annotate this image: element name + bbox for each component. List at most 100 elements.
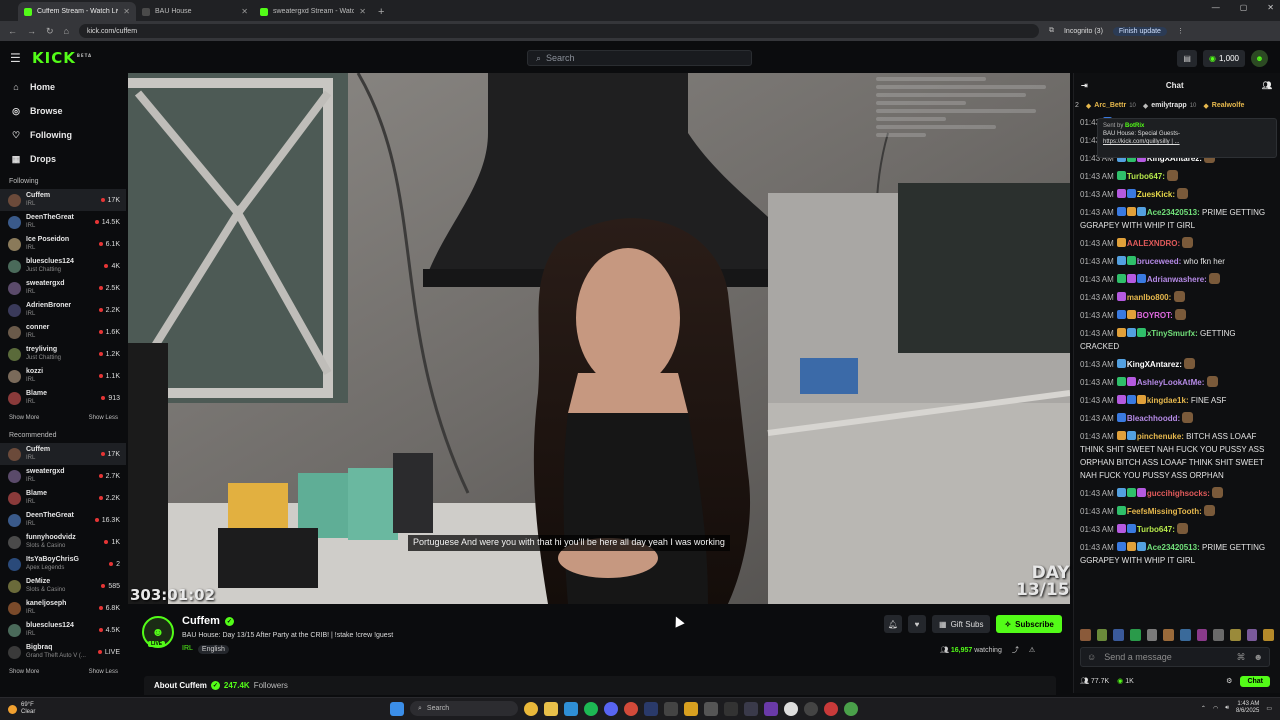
back-icon[interactable]: ← <box>8 26 17 36</box>
browser-tab-bau-house[interactable]: BAU House ✕ <box>136 2 254 21</box>
spotify-icon[interactable] <box>584 701 598 716</box>
menu-dots-icon[interactable]: ⋮ <box>1177 27 1184 35</box>
emote-picker-icon[interactable]: ☺ <box>1087 652 1096 662</box>
nav-browse[interactable]: ◎ Browse <box>0 99 126 123</box>
message-username[interactable]: FeefsMissingTooth: <box>1127 507 1202 516</box>
browser-tab-cuffem[interactable]: Cuffem Stream - Watch Liv ✕ <box>18 2 136 21</box>
sidebar-channel-itsyaboychrisg[interactable]: ItsYaBoyChrisG Apex Legends 2 <box>0 553 126 575</box>
emote-icon[interactable] <box>1130 629 1141 641</box>
extensions-icon[interactable]: ⧉ <box>1049 27 1054 35</box>
nav-drops[interactable]: ▦ Drops <box>0 147 126 171</box>
search-input[interactable]: ⌕ Search <box>527 50 752 66</box>
discord-icon[interactable] <box>604 701 618 716</box>
show-less-link[interactable]: Show Less <box>89 415 118 421</box>
sidebar-channel-sweatergxd[interactable]: sweatergxd IRL 2.7K <box>0 465 126 487</box>
file-explorer-icon[interactable] <box>544 701 558 716</box>
sidebar-channel-ice-poseidon[interactable]: Ice Poseidon IRL 6.1K <box>0 233 126 255</box>
message-username[interactable]: KingXAntarez: <box>1127 360 1182 369</box>
sidebar-channel-deenthegreat[interactable]: DeenTheGreat IRL 14.5K <box>0 211 126 233</box>
minimize-icon[interactable]: — <box>1212 3 1220 12</box>
sidebar-channel-conner[interactable]: conner IRL 1.6K <box>0 321 126 343</box>
sidebar-channel-funnyhoodvidz[interactable]: funnyhoodvidz Slots & Casino 1K <box>0 531 126 553</box>
start-icon[interactable] <box>390 701 404 716</box>
app-icon[interactable] <box>744 701 758 716</box>
app-icon[interactable] <box>784 701 798 716</box>
language-tag[interactable]: English <box>197 645 229 654</box>
message-username[interactable]: kingdae1k: <box>1147 396 1189 405</box>
chat-message-input[interactable]: ☺ Send a message ⌘ ☻ <box>1080 647 1270 667</box>
notification-bell-button[interactable]: 🔔︎ <box>884 615 902 633</box>
app-icon[interactable] <box>624 701 638 716</box>
chevron-up-icon[interactable]: ⌃ <box>1201 705 1206 712</box>
emote-icon[interactable] <box>1246 629 1258 641</box>
follow-button[interactable]: ♥ <box>908 615 926 633</box>
gifter-item[interactable]: ◆ emilytrapp 10 <box>1143 102 1196 110</box>
browser-tab-sweatergxd[interactable]: sweatergxd Stream - Watch Liv ✕ <box>254 2 372 21</box>
emote-icon[interactable] <box>1146 629 1158 641</box>
chrome-icon[interactable] <box>524 701 538 716</box>
kick-coins-button[interactable]: ◉ 1,000 <box>1202 50 1245 67</box>
nav-following[interactable]: ♡ Following <box>0 123 126 147</box>
close-icon[interactable]: ✕ <box>359 7 366 16</box>
clock[interactable]: 1:43 AM 8/6/2025 <box>1236 701 1259 715</box>
message-username[interactable]: Turbo647: <box>1137 525 1175 534</box>
notification-icon[interactable]: ▭ <box>1266 705 1272 712</box>
sidebar-channel-bluesclues124[interactable]: bluesclues124 IRL 4.5K <box>0 619 126 641</box>
message-username[interactable]: Bleachhoodd: <box>1127 414 1180 423</box>
message-username[interactable]: manlbo800: <box>1127 293 1171 302</box>
emote-icon[interactable] <box>1213 629 1225 641</box>
subscribe-button[interactable]: ✧ Subscribe <box>996 615 1062 633</box>
pinned-link[interactable]: https://kick.com/quillysilly | ... <box>1103 138 1271 146</box>
sidebar-channel-bluesclues124[interactable]: bluesclues124 Just Chatting 4K <box>0 255 126 277</box>
report-icon[interactable]: ⚠ <box>1029 646 1035 654</box>
share-icon[interactable]: ⤴ <box>1012 645 1019 655</box>
emote-icon[interactable] <box>1163 629 1175 641</box>
weather-widget[interactable]: 69°F Clear <box>0 702 35 716</box>
app-icon[interactable] <box>684 701 698 716</box>
edge-icon[interactable] <box>564 701 578 716</box>
message-username[interactable]: BOYROT: <box>1137 311 1173 320</box>
sidebar-channel-cuffem[interactable]: Cuffem IRL 17K <box>0 443 126 465</box>
emote-icon[interactable] <box>1080 629 1091 641</box>
message-username[interactable]: Adrianwashere: <box>1147 275 1207 284</box>
nav-home[interactable]: ⌂ Home <box>0 75 126 99</box>
sidebar-channel-blame[interactable]: Blame IRL 2.2K <box>0 487 126 509</box>
gifter-item[interactable]: ◆ Realwolfe <box>1203 102 1244 110</box>
message-username[interactable]: pinchenuke: <box>1137 432 1184 441</box>
sidebar-channel-deenthegreat[interactable]: DeenTheGreat IRL 16.3K <box>0 509 126 531</box>
sidebar-channel-kaneljoseph[interactable]: kaneljoseph IRL 6.8K <box>0 597 126 619</box>
app-icon[interactable] <box>824 701 838 716</box>
chat-users-icon[interactable]: 👥︎ <box>1262 81 1272 90</box>
emote-icon[interactable] <box>1180 629 1191 641</box>
emote-icon[interactable] <box>1196 629 1208 641</box>
sidebar-channel-demize[interactable]: DeMize Slots & Casino 585 <box>0 575 126 597</box>
app-icon[interactable] <box>724 701 738 716</box>
terminal-icon[interactable] <box>664 701 678 716</box>
sidebar-channel-treyliving[interactable]: treyliving Just Chatting 1.2K <box>0 343 126 365</box>
emote-icon[interactable] <box>1230 629 1241 641</box>
message-username[interactable]: Ace23420513: <box>1147 208 1200 217</box>
address-bar[interactable]: kick.com/cuffem <box>78 24 1039 38</box>
message-username[interactable]: xTinySmurfx: <box>1147 329 1198 338</box>
sidebar-channel-cuffem[interactable]: Cuffem IRL 17K <box>0 189 126 211</box>
sidebar-channel-adrienbroner[interactable]: AdrienBroner IRL 2.2K <box>0 299 126 321</box>
gift-subs-button[interactable]: ▦ Gift Subs <box>932 615 991 633</box>
emote-icon[interactable] <box>1096 629 1108 641</box>
close-icon[interactable]: ✕ <box>123 7 130 16</box>
category-link[interactable]: IRL <box>182 645 193 654</box>
sidebar-channel-bigbraq[interactable]: Bigbraq Grand Theft Auto V (... LIVE <box>0 641 126 663</box>
app-icon[interactable] <box>844 701 858 716</box>
incognito-indicator[interactable]: Incognito (3) <box>1064 28 1103 35</box>
command-icon[interactable]: ⌘ <box>1237 652 1246 663</box>
maximize-icon[interactable]: ▢ <box>1240 3 1248 12</box>
gifter-item[interactable]: ◆ Arc_Bettr 10 <box>1086 102 1136 110</box>
app-icon[interactable] <box>804 701 818 716</box>
kick-logo[interactable]: KICKBETA <box>32 49 92 67</box>
volume-icon[interactable]: 🔊︎ <box>1225 705 1229 712</box>
message-username[interactable]: bruceweed: <box>1137 257 1181 266</box>
forward-icon[interactable]: → <box>27 26 36 36</box>
sidebar-channel-blame[interactable]: Blame IRL 913 <box>0 387 126 409</box>
wifi-icon[interactable]: ◠ <box>1213 705 1218 712</box>
emote-icon[interactable] <box>1263 629 1275 641</box>
emote-icon[interactable] <box>1113 629 1125 641</box>
